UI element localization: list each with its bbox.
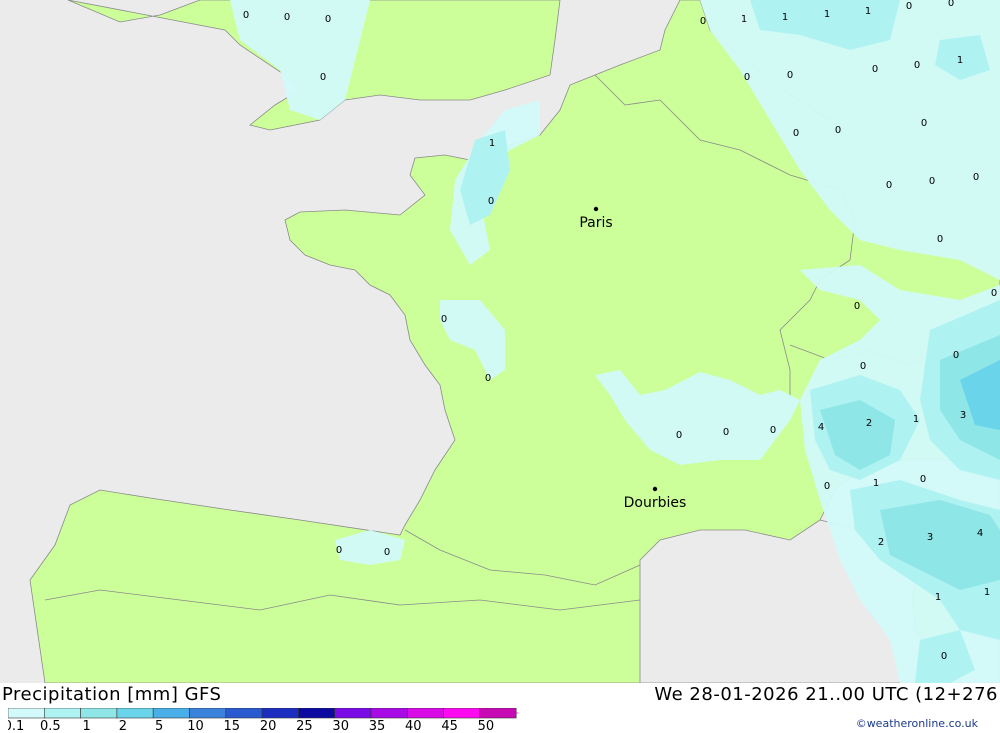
value-label: 0 bbox=[914, 60, 920, 71]
legend-swatch bbox=[189, 708, 227, 719]
legend-label: 10 bbox=[187, 719, 204, 732]
value-label: 0 bbox=[953, 350, 959, 361]
legend-labels: 0.10.5125101520253035404550 bbox=[8, 719, 494, 732]
value-label: 3 bbox=[960, 410, 966, 421]
legend-label: 25 bbox=[296, 719, 313, 732]
legend-label: 0.1 bbox=[8, 719, 24, 732]
value-label: 3 bbox=[927, 532, 933, 543]
value-label: 0 bbox=[920, 474, 926, 485]
value-label: 0 bbox=[860, 361, 866, 372]
map-canvas: 0 0 0 0 0 1 1 1 1 0 0 0 0 1 0 0 0 1 0 0 … bbox=[0, 0, 1000, 684]
value-label: 0 bbox=[676, 430, 682, 441]
city-label-paris: Paris bbox=[579, 215, 612, 231]
value-label: 0 bbox=[700, 16, 706, 27]
value-label: 1 bbox=[957, 55, 963, 66]
weather-map: 0 0 0 0 0 1 1 1 1 0 0 0 0 1 0 0 0 1 0 0 … bbox=[0, 0, 1000, 684]
value-label: 0 bbox=[325, 14, 331, 25]
value-label: 1 bbox=[489, 138, 495, 149]
value-label: 2 bbox=[878, 537, 884, 548]
value-label: 2 bbox=[866, 418, 872, 429]
value-label: 1 bbox=[865, 6, 871, 17]
value-label: 0 bbox=[243, 10, 249, 21]
legend-swatch bbox=[406, 708, 444, 719]
value-label: 0 bbox=[991, 288, 997, 299]
value-label: 0 bbox=[835, 125, 841, 136]
value-label: 0 bbox=[770, 425, 776, 436]
legend-label: 35 bbox=[369, 719, 386, 732]
value-label: 0 bbox=[872, 64, 878, 75]
legend-label: 0.5 bbox=[40, 719, 61, 732]
value-label: 4 bbox=[977, 528, 983, 539]
value-label: 0 bbox=[886, 180, 892, 191]
value-label: 1 bbox=[913, 414, 919, 425]
value-label: 1 bbox=[741, 14, 747, 25]
city-label-dourbies: Dourbies bbox=[624, 495, 687, 511]
value-label: 1 bbox=[935, 592, 941, 603]
value-label: 0 bbox=[723, 427, 729, 438]
legend-swatch bbox=[443, 708, 481, 719]
value-label: 0 bbox=[787, 70, 793, 81]
legend-label: 2 bbox=[119, 719, 127, 732]
legend-swatch bbox=[80, 708, 118, 719]
value-label: 0 bbox=[906, 1, 912, 12]
value-label: 1 bbox=[824, 9, 830, 20]
legend-swatch bbox=[225, 708, 263, 719]
legend-swatch bbox=[370, 708, 408, 719]
value-label: 0 bbox=[854, 301, 860, 312]
value-label: 0 bbox=[744, 72, 750, 83]
legend-label: 20 bbox=[260, 719, 277, 732]
legend-label: 45 bbox=[441, 719, 458, 732]
legend-swatch bbox=[298, 708, 335, 719]
value-label: 0 bbox=[320, 72, 326, 83]
value-label: 0 bbox=[937, 234, 943, 245]
value-label: 0 bbox=[941, 651, 947, 662]
city-marker-paris bbox=[593, 206, 599, 212]
map-valid-time: We 28-01-2026 21..00 UTC (12+276 bbox=[654, 684, 998, 705]
legend-label: 5 bbox=[155, 719, 163, 732]
legend-label: 15 bbox=[224, 719, 241, 732]
value-label: 0 bbox=[973, 172, 979, 183]
value-label: 0 bbox=[824, 481, 830, 492]
value-label: 0 bbox=[929, 176, 935, 187]
legend-label: 1 bbox=[82, 719, 90, 732]
credit-link[interactable]: ©weatheronline.co.uk bbox=[856, 717, 978, 730]
legend-swatch bbox=[116, 708, 154, 719]
legend-label: 30 bbox=[332, 719, 349, 732]
legend-swatches bbox=[8, 708, 517, 719]
value-label: 0 bbox=[793, 128, 799, 139]
legend-swatch bbox=[261, 708, 299, 719]
map-title: Precipitation [mm] GFS bbox=[2, 684, 222, 705]
legend-swatch bbox=[43, 708, 81, 719]
value-label: 0 bbox=[921, 118, 927, 129]
city-marker-dourbies bbox=[652, 486, 658, 492]
value-label: 1 bbox=[984, 587, 990, 598]
value-label: 1 bbox=[782, 12, 788, 23]
legend-swatch bbox=[334, 708, 372, 719]
value-label: 0 bbox=[488, 196, 494, 207]
legend-label: 50 bbox=[478, 719, 495, 732]
value-label: 0 bbox=[384, 547, 390, 558]
value-label: 0 bbox=[485, 373, 491, 384]
value-label: 0 bbox=[441, 314, 447, 325]
value-label: 4 bbox=[818, 422, 824, 433]
legend-swatch bbox=[152, 708, 190, 719]
footer: Precipitation [mm] GFS We 28-01-2026 21.… bbox=[0, 683, 1000, 733]
value-label: 0 bbox=[948, 0, 954, 9]
legend-swatch bbox=[8, 708, 45, 719]
precip-legend: 0.10.5125101520253035404550 bbox=[8, 708, 520, 732]
value-label: 0 bbox=[336, 545, 342, 556]
value-label: 1 bbox=[873, 478, 879, 489]
legend-label: 40 bbox=[405, 719, 422, 732]
value-label: 0 bbox=[284, 12, 290, 23]
